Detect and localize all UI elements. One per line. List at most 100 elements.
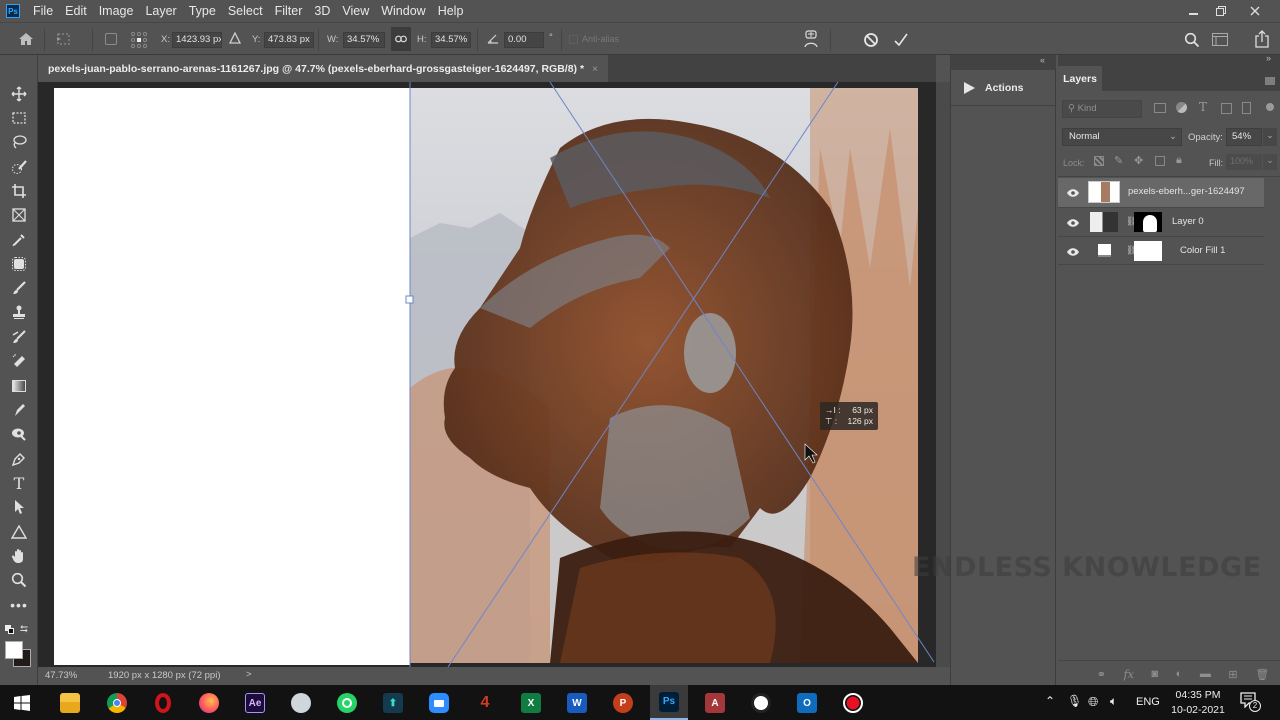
filter-type-layers-icon[interactable]: T [1199,100,1207,114]
menu-type[interactable]: Type [183,0,222,22]
taskbar-zoom[interactable] [425,690,453,716]
layer-row[interactable]: ⛓ Color Fill 1 [1058,236,1264,265]
show-hidden-icons-chevron[interactable]: ⌃ [1045,694,1055,708]
taskbar-whatsapp[interactable] [333,690,361,716]
menu-layer[interactable]: Layer [139,0,182,22]
commit-transform-button[interactable] [893,32,909,51]
panel-menu-button[interactable] [1265,74,1275,88]
layer-name[interactable]: Color Fill 1 [1180,245,1225,256]
collapse-panels-icon[interactable]: « [1040,55,1045,65]
lasso-tool[interactable] [9,132,29,152]
new-layer-icon[interactable]: ⊞ [1228,668,1237,681]
taskbar-word[interactable]: W [563,690,591,716]
taskbar-outlook[interactable]: O [793,690,821,716]
opacity-input[interactable]: 54% [1226,128,1262,146]
menu-window[interactable]: Window [375,0,431,22]
shape-tool[interactable] [9,522,29,542]
canvas-area[interactable]: →I : 63 px ⊤ : 126 px [38,82,936,667]
search-button[interactable] [1184,32,1200,51]
filter-toggle-icon[interactable] [1266,103,1274,111]
history-brush-tool[interactable] [9,327,29,347]
quick-selection-tool[interactable] [9,157,29,177]
microphone-icon[interactable]: 🎙︎ [1067,694,1082,708]
taskbar-firefox[interactable] [195,690,223,716]
x-position-input[interactable]: 1423.93 px [172,32,222,48]
swap-colors-icon[interactable]: ⮀ [20,624,28,635]
eraser-tool[interactable] [9,351,29,371]
taskbar-after-effects[interactable]: Ae [241,690,269,716]
taskbar-access[interactable]: A [701,690,729,716]
start-button[interactable] [8,690,36,716]
warp-button[interactable] [803,30,819,51]
layer-row[interactable]: ⛓ Layer 0 [1058,207,1264,236]
fx-icon[interactable]: fx [1124,668,1134,681]
rotate-angle-input[interactable]: 0.00 [504,32,544,48]
taskbar-excel[interactable]: X [517,690,545,716]
lock-transparent-pixels-icon[interactable] [1094,156,1104,166]
pen-tool[interactable] [9,449,29,469]
taskbar-app-8[interactable]: ⬆ [379,690,407,716]
move-tool[interactable] [9,84,29,104]
anti-alias-checkbox[interactable] [569,35,578,44]
more-tools[interactable]: ••• [9,595,29,615]
language-indicator[interactable]: ENG [1136,696,1160,708]
layer-mask-thumbnail[interactable] [1134,212,1162,232]
link-layers-icon[interactable]: ⚭ [1097,668,1106,681]
workspace-button[interactable] [1212,33,1228,49]
layers-tab[interactable]: Layers [1058,66,1102,91]
trash-icon[interactable]: 🗑︎ [1255,668,1269,681]
brush-tool[interactable] [9,278,29,298]
crop-tool[interactable] [9,181,29,201]
menu-help[interactable]: Help [432,0,470,22]
add-mask-icon[interactable]: ◙ [1151,668,1158,680]
menu-file[interactable]: File [27,0,59,22]
lock-all-icon[interactable]: 🔒︎ [1176,154,1182,167]
expand-panels-icon[interactable]: » [1266,53,1271,63]
frame-tool[interactable] [9,205,29,225]
eyedropper-tool[interactable] [9,230,29,250]
visibility-eye-icon[interactable] [1066,188,1080,198]
lock-image-pixels-icon[interactable]: ✎ [1114,154,1123,167]
taskbar-chrome[interactable] [103,690,131,716]
taskbar-recorder[interactable] [839,690,867,716]
default-colors-button[interactable] [5,625,15,635]
visibility-eye-icon[interactable] [1066,247,1080,257]
fill-slider-toggle[interactable]: ⌄ [1263,154,1277,170]
taskbar-app-10[interactable]: 4 [471,690,499,716]
transform-handle-left[interactable] [405,295,414,304]
menu-filter[interactable]: Filter [269,0,309,22]
taskbar-app-16[interactable] [747,690,775,716]
opacity-slider-toggle[interactable]: ⌄ [1263,128,1277,146]
share-button[interactable] [1254,30,1270,51]
zoom-level[interactable]: 47.73% [45,670,77,681]
menu-edit[interactable]: Edit [59,0,93,22]
dodge-tool[interactable] [9,424,29,444]
cancel-transform-button[interactable] [863,32,879,51]
network-icon[interactable]: 🌐︎ [1088,694,1098,710]
zoom-tool[interactable] [9,570,29,590]
fill-input[interactable]: 100% [1226,154,1262,170]
taskbar-powerpoint[interactable]: P [609,690,637,716]
menu-view[interactable]: View [336,0,375,22]
layer-filter-kind[interactable]: ⚲ Kind [1062,100,1142,118]
path-selection-tool[interactable] [9,497,29,517]
reference-point-grid[interactable] [130,31,148,52]
transform-tool-preset[interactable] [56,32,72,49]
layer-row[interactable]: pexels-eberh...ger-1624497 [1058,178,1264,207]
actions-panel-button[interactable]: Actions [951,70,1055,106]
layer-mask-thumbnail[interactable] [1134,241,1162,261]
foreground-color-swatch[interactable] [5,641,23,659]
layer-name[interactable]: pexels-eberh...ger-1624497 [1128,186,1245,197]
relative-position-button[interactable] [228,31,242,47]
spot-healing-tool[interactable] [9,254,29,274]
filter-shape-layers-icon[interactable] [1221,103,1232,114]
adjustment-layer-icon[interactable]: ◐ [1176,668,1183,680]
smudge-tool[interactable] [9,400,29,420]
blend-mode-dropdown[interactable]: Normal ⌄ [1062,128,1182,146]
lock-position-icon[interactable]: ✥ [1134,154,1143,167]
taskbar-file-explorer[interactable] [56,690,84,716]
menu-3d[interactable]: 3D [308,0,336,22]
new-group-folder-icon[interactable]: ▬ [1200,668,1211,680]
menu-select[interactable]: Select [222,0,269,22]
layer-name[interactable]: Layer 0 [1172,216,1204,227]
